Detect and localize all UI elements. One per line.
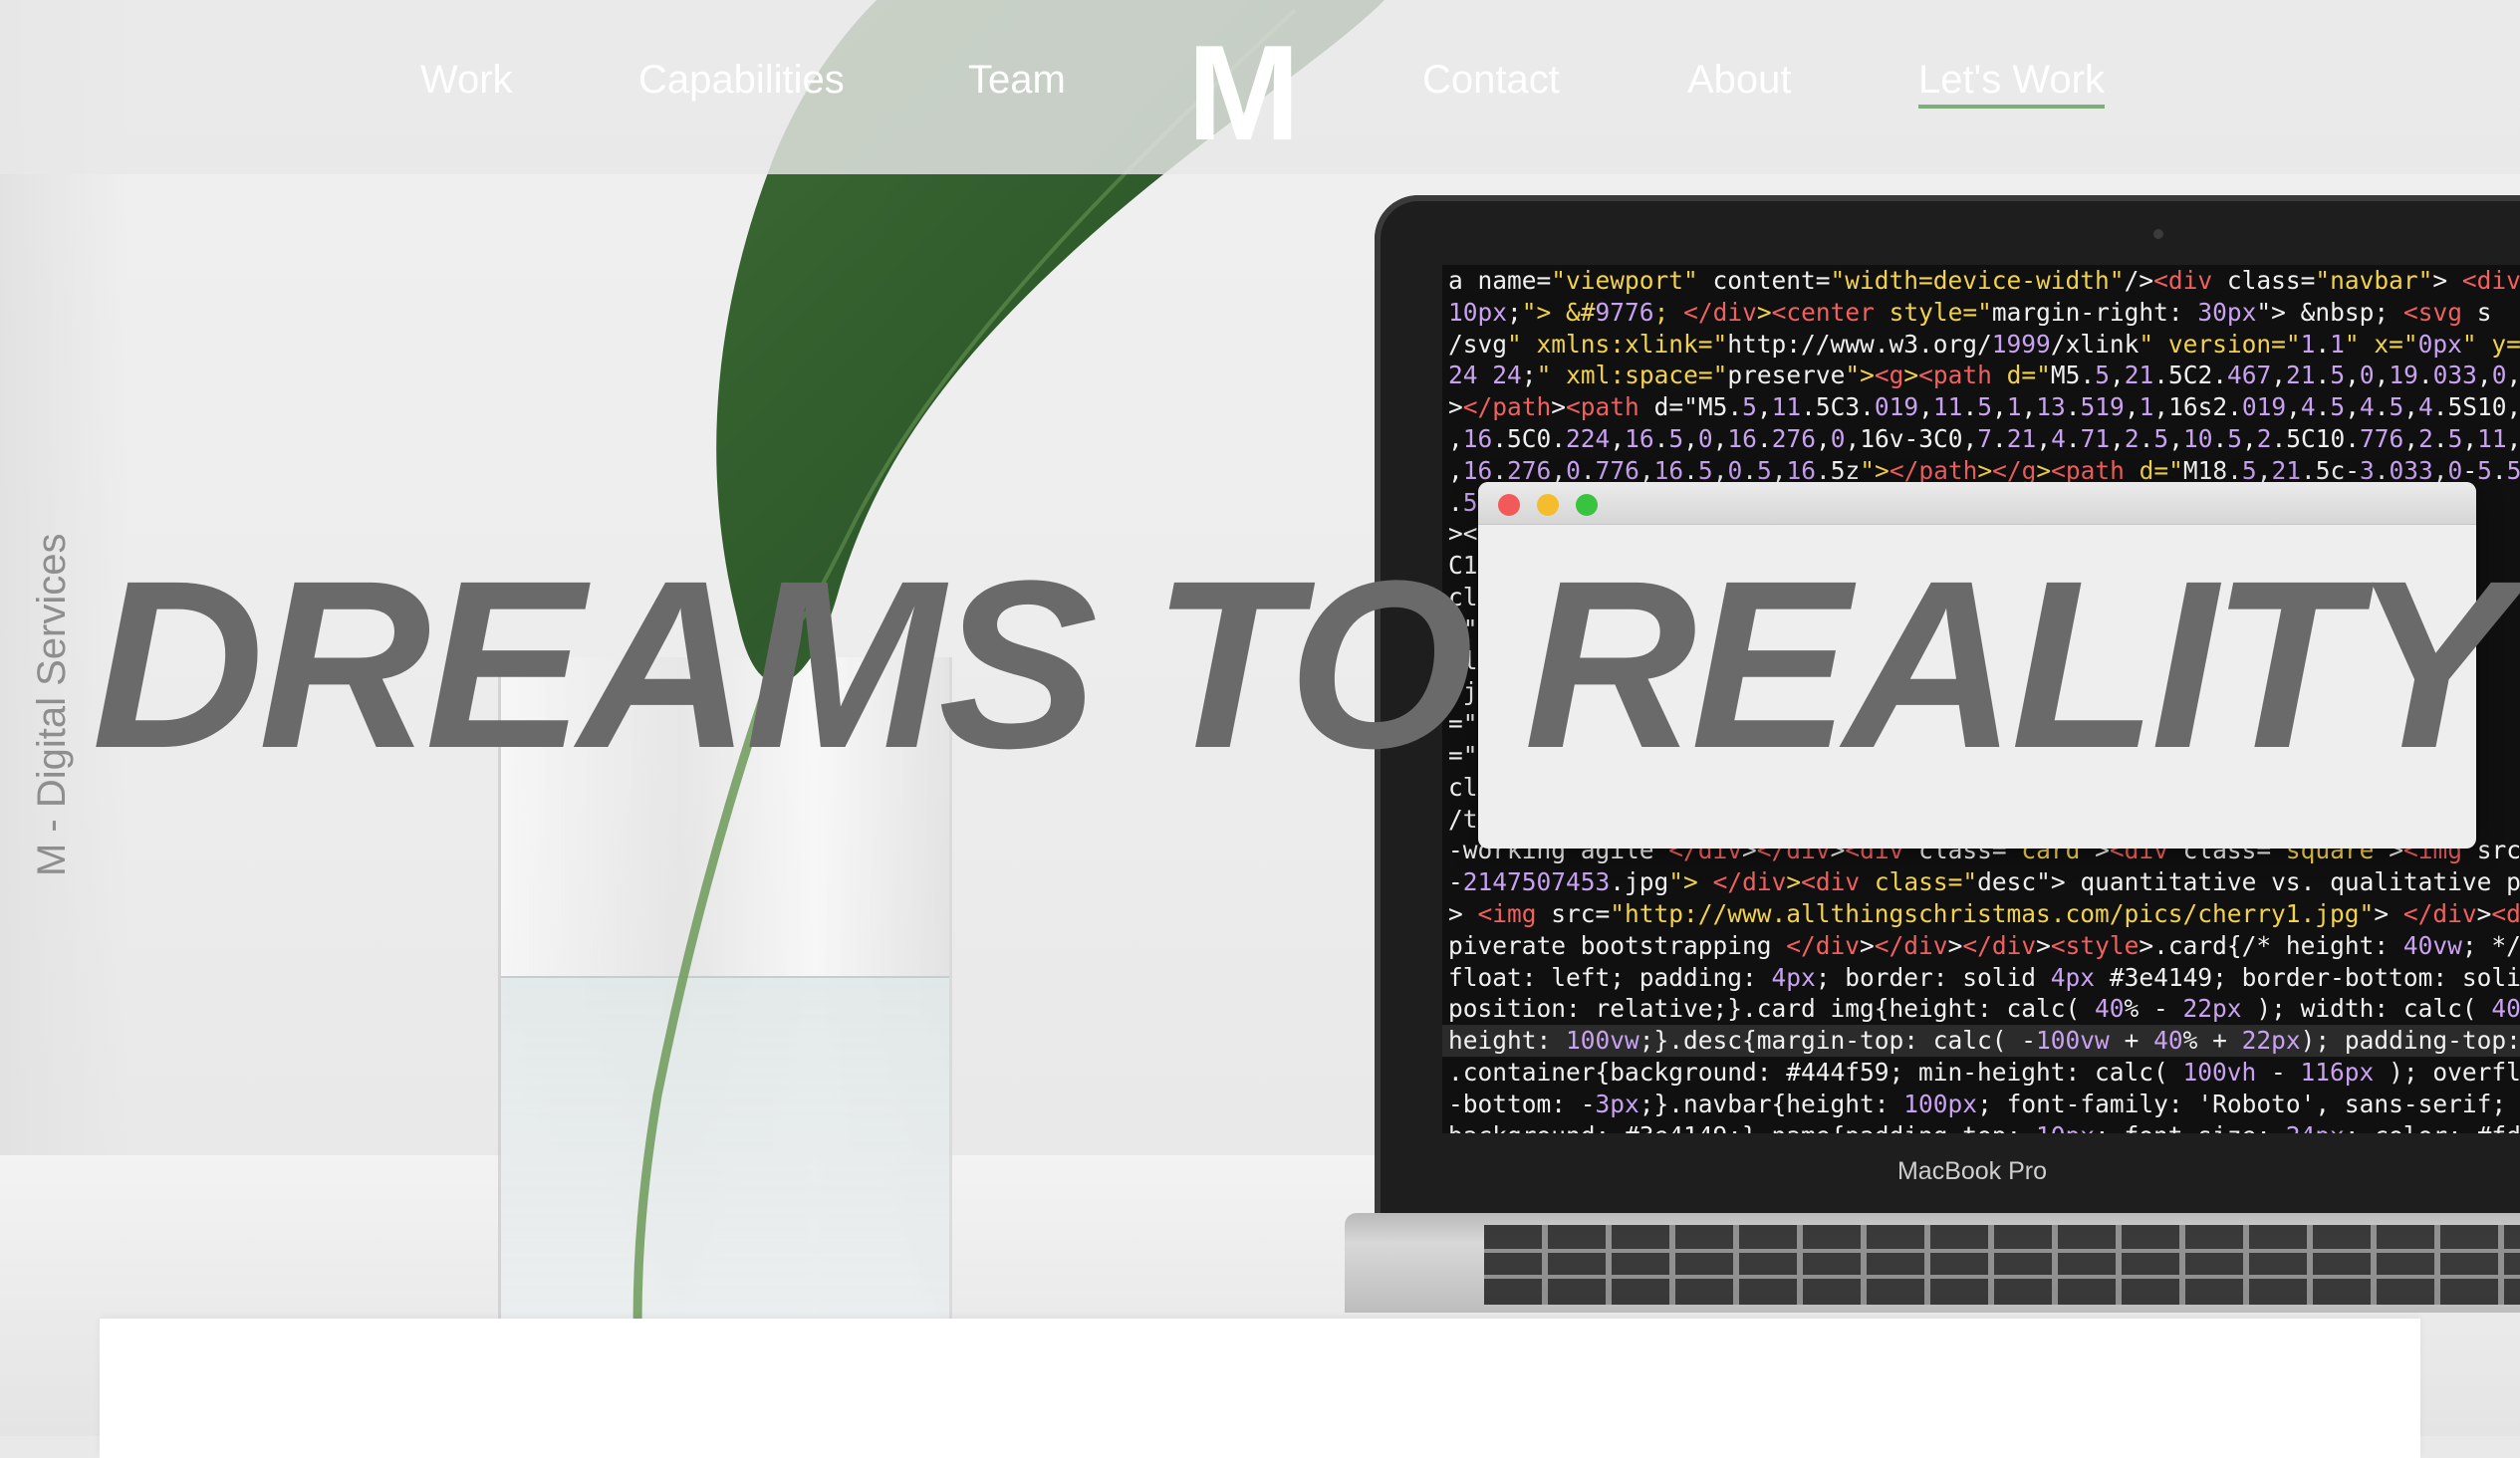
nav-link-team[interactable]: Team xyxy=(968,58,1066,103)
code-line: position: relative;}.card img{height: ca… xyxy=(1448,994,2520,1024)
nav-link-about[interactable]: About xyxy=(1687,58,1792,103)
window-titlebar xyxy=(1478,482,2476,525)
code-line: float: left; padding: 4px; border: solid… xyxy=(1448,962,2520,992)
code-line: ,16.5C0.224,16.5,0,16.276,0,16v-3C0,7.21… xyxy=(1448,423,2520,453)
code-line: 10px;"> &#9776; </div><center style="mar… xyxy=(1448,297,2492,327)
laptop-camera xyxy=(2153,229,2163,239)
site-logo[interactable]: M xyxy=(1187,18,1300,167)
headline-reality: REALITY xyxy=(1524,531,2511,798)
code-line: height: 100vw;}.desc{margin-top: calc( -… xyxy=(1442,1025,2520,1057)
maximize-dot-icon xyxy=(1576,494,1598,516)
code-line: background: #3e4149;} name{padding-top: … xyxy=(1442,1120,2520,1133)
nav-link-lets-work[interactable]: Let's Work xyxy=(1918,58,2105,109)
code-line: /svg" xmlns:xlink="http://www.w3.org/199… xyxy=(1448,329,2520,359)
code-line: a name="viewport" content="width=device-… xyxy=(1448,266,2520,295)
code-line: 24 24;" xml:space="preserve"><g><path d=… xyxy=(1448,361,2520,390)
code-line: ></path><path d="M5.5,11.5C3.019,11.5,1,… xyxy=(1448,392,2520,422)
vertical-brand-label: M - Digital Services xyxy=(30,533,74,876)
code-line: > <img src="http://www.allthingschristma… xyxy=(1448,898,2520,928)
top-navbar: Work Capabilities Team M Contact About L… xyxy=(0,0,2520,174)
code-line: piverate bootstrapping </div></div></div… xyxy=(1448,930,2520,960)
nav-link-work[interactable]: Work xyxy=(420,58,513,103)
code-line: -2147507453.jpg"> </div><div class="desc… xyxy=(1448,867,2520,897)
laptop-keyboard xyxy=(1484,1225,2520,1305)
headline-dreams-to: DREAMS TO xyxy=(92,531,1474,798)
nav-link-contact[interactable]: Contact xyxy=(1422,58,1560,103)
close-dot-icon xyxy=(1498,494,1520,516)
content-card xyxy=(100,1319,2420,1458)
minimize-dot-icon xyxy=(1537,494,1559,516)
code-line: -bottom: -3px;}.navbar{height: 100px; fo… xyxy=(1448,1089,2520,1118)
laptop-model-label: MacBook Pro xyxy=(1896,1157,2048,1185)
code-line: .container{background: #444f59; min-heig… xyxy=(1448,1057,2520,1087)
nav-link-capabilities[interactable]: Capabilities xyxy=(638,58,845,103)
